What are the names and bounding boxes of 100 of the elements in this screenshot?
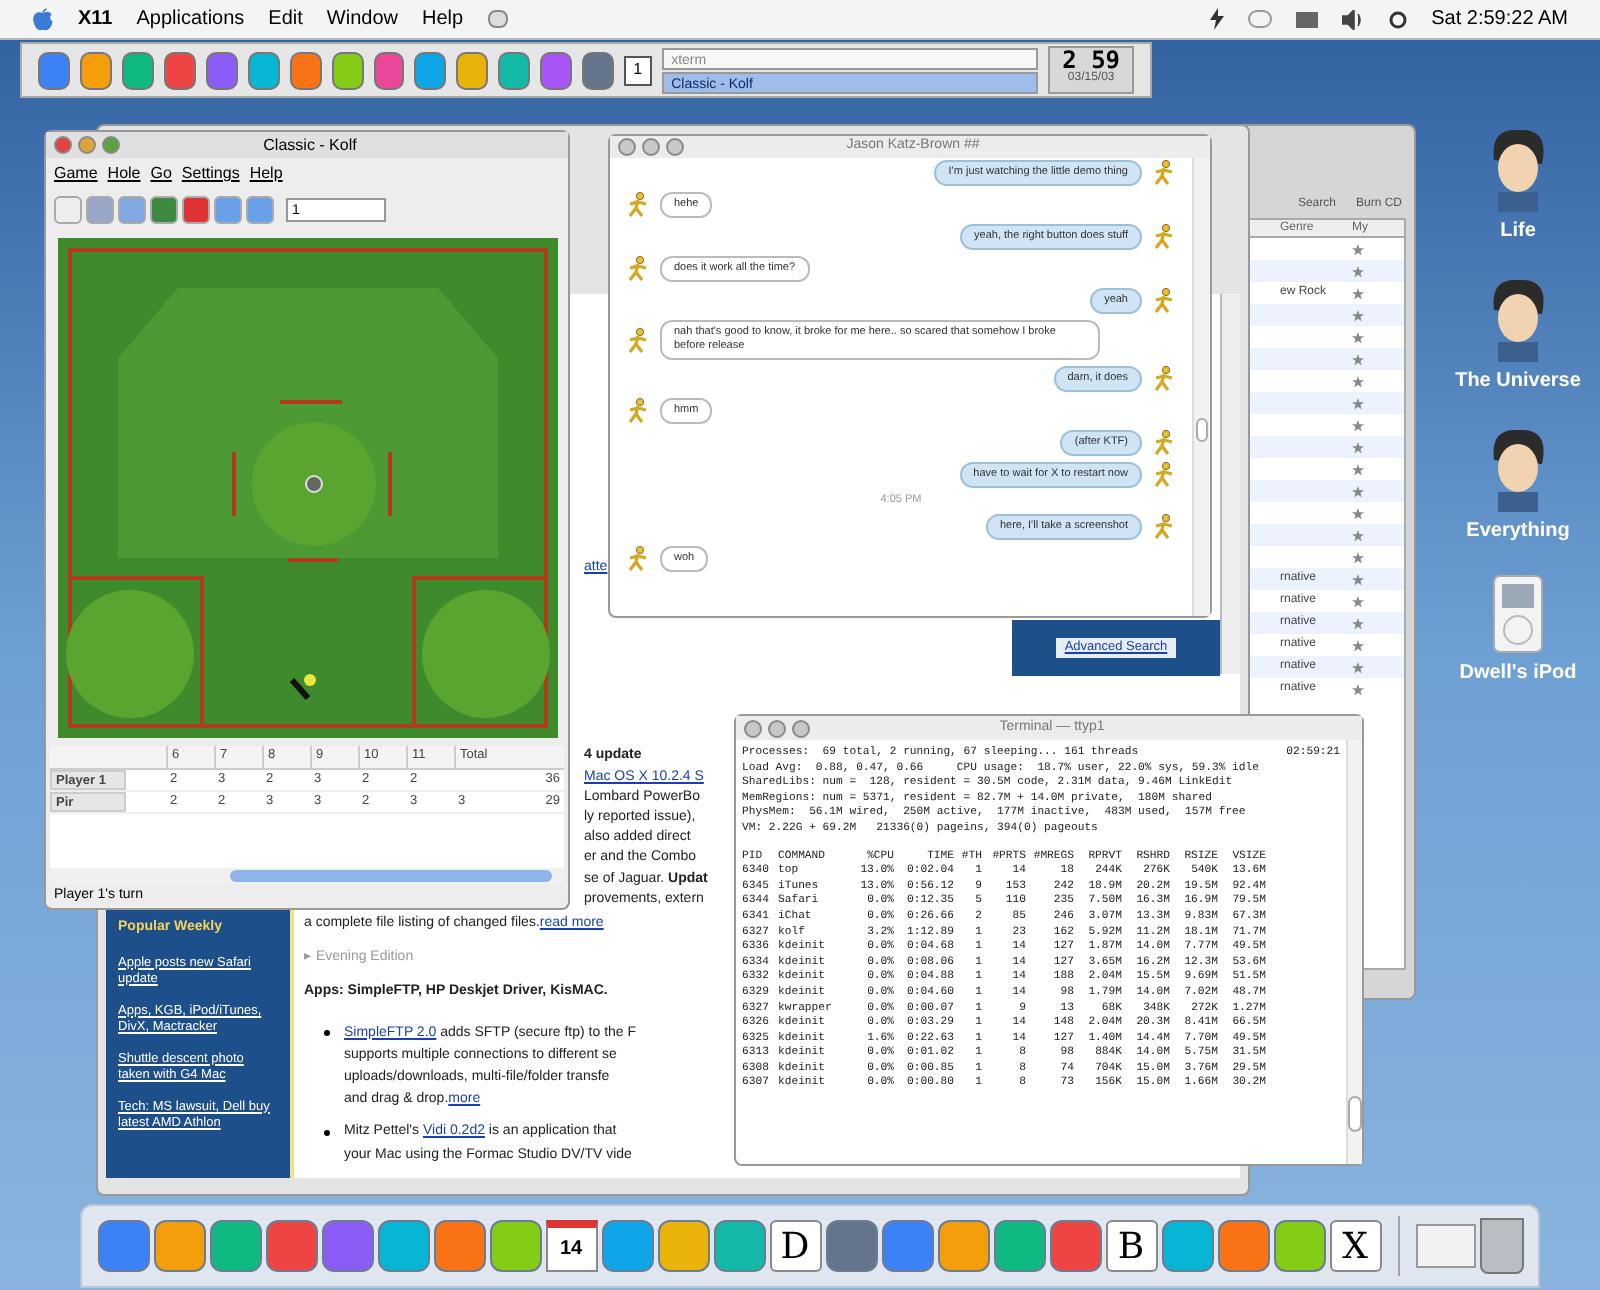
menu-item[interactable]: Edit [268, 4, 303, 34]
minimize-button[interactable] [78, 136, 96, 154]
app-icon[interactable] [209, 1220, 261, 1272]
scrollbar-thumb[interactable] [230, 870, 552, 882]
star-icon [1352, 639, 1364, 651]
app-icon[interactable]: B [1105, 1220, 1157, 1272]
app-icon[interactable] [825, 1220, 877, 1272]
close-button[interactable] [54, 136, 72, 154]
document-icon[interactable] [1415, 1224, 1475, 1268]
app-icon[interactable] [153, 1220, 205, 1272]
app-icon[interactable] [993, 1220, 1045, 1272]
menu-app-name[interactable]: X11 [78, 4, 113, 34]
scrollbar[interactable] [1192, 158, 1210, 616]
volume-icon[interactable] [1341, 9, 1364, 29]
calendar-icon[interactable]: 14 [545, 1220, 597, 1272]
app-icon[interactable] [657, 1220, 709, 1272]
minimize-button[interactable] [768, 719, 786, 737]
star-icon [1352, 683, 1364, 695]
app-icon[interactable] [713, 1220, 765, 1272]
launcher-icon[interactable] [163, 51, 196, 89]
running-figure-icon [626, 256, 650, 282]
star-icon [1352, 529, 1364, 541]
desktop-icon-label[interactable]: The Universe [1455, 366, 1581, 396]
launcher-icon[interactable] [498, 51, 531, 89]
menu-item[interactable]: Game [54, 162, 98, 186]
running-figure-icon [1152, 514, 1176, 540]
star-icon [1352, 309, 1364, 321]
app-icon[interactable] [937, 1220, 989, 1272]
running-figure-icon [626, 398, 650, 424]
star-icon [1352, 287, 1364, 299]
launcher-icon[interactable] [121, 51, 154, 89]
launcher-icon[interactable] [414, 51, 447, 89]
zoom-button[interactable] [102, 136, 120, 154]
launcher-icon[interactable] [373, 51, 405, 89]
app-icon[interactable] [1273, 1220, 1325, 1272]
zoom-button[interactable] [792, 719, 810, 737]
star-icon [1352, 265, 1364, 277]
scrollbar[interactable] [1220, 294, 1240, 674]
launcher-icon[interactable] [247, 51, 280, 89]
apple-logo-icon[interactable] [32, 7, 54, 31]
toolbar-icon[interactable] [214, 196, 242, 224]
launcher-icon[interactable] [289, 51, 322, 89]
app-icon[interactable] [97, 1220, 149, 1272]
trash-icon[interactable] [1479, 1218, 1523, 1274]
app-icon[interactable] [265, 1220, 317, 1272]
menu-item[interactable]: Settings [181, 162, 240, 186]
zoom-button[interactable] [666, 138, 684, 156]
app-icon[interactable] [601, 1220, 653, 1272]
menu-item[interactable]: Applications [136, 4, 245, 34]
menu-item[interactable]: Hole [107, 162, 141, 186]
running-figure-icon [626, 327, 650, 353]
app-icon[interactable]: X [1329, 1220, 1381, 1272]
toolbar-icon[interactable] [150, 196, 178, 224]
desktop-icon-label[interactable]: Life [1500, 216, 1536, 246]
app-icon[interactable] [1217, 1220, 1269, 1272]
app-icon[interactable]: D [769, 1220, 821, 1272]
close-button[interactable] [618, 138, 636, 156]
star-icon [1352, 397, 1364, 409]
display-icon[interactable] [1295, 11, 1318, 27]
app-icon[interactable] [1049, 1220, 1101, 1272]
bolt-icon[interactable] [1209, 8, 1224, 30]
app-icon[interactable] [489, 1220, 541, 1272]
menu-item[interactable]: Window [326, 4, 398, 34]
launcher-icon[interactable] [456, 51, 489, 89]
minimize-button[interactable] [642, 138, 660, 156]
star-icon [1352, 661, 1364, 673]
menu-item[interactable]: Help [421, 4, 464, 34]
scrollbar-thumb[interactable] [1196, 418, 1208, 442]
running-figure-icon [626, 192, 650, 218]
toolbar-icon[interactable] [118, 196, 146, 224]
running-figure-icon [1152, 366, 1176, 392]
running-figure-icon [626, 546, 650, 572]
golf-course-drawing[interactable] [57, 238, 557, 738]
menu-item[interactable]: Help [249, 162, 283, 186]
menu-clock[interactable]: Sat 2:59:22 AM [1431, 4, 1568, 34]
launcher-icon[interactable] [79, 51, 112, 89]
app-icon[interactable] [377, 1220, 429, 1272]
launcher-icon[interactable] [582, 51, 615, 89]
running-figure-icon [1152, 160, 1176, 186]
app-icon[interactable] [1161, 1220, 1213, 1272]
star-icon [1352, 551, 1364, 563]
scrollbar-thumb[interactable] [1348, 1096, 1362, 1132]
toolbar-icon[interactable] [246, 196, 274, 224]
app-icon[interactable] [433, 1220, 485, 1272]
bullet-icon [324, 1130, 330, 1137]
close-button[interactable] [744, 719, 762, 737]
toolbar-icon[interactable] [54, 196, 82, 224]
launcher-icon[interactable] [331, 51, 363, 89]
launcher-icon[interactable] [38, 51, 70, 89]
menu-item[interactable]: Go [150, 162, 172, 186]
launcher-icon[interactable] [205, 51, 238, 89]
ipod-icon[interactable] [1491, 574, 1544, 654]
star-icon [1352, 441, 1364, 453]
toolbar-icon[interactable] [182, 196, 210, 224]
app-icon[interactable] [881, 1220, 933, 1272]
launcher-icon[interactable] [540, 51, 573, 89]
app-icon[interactable] [321, 1220, 373, 1272]
toolbar-icon[interactable] [86, 196, 114, 224]
scrollbar[interactable] [1346, 740, 1362, 1164]
pager-button[interactable]: 1 [624, 55, 652, 85]
